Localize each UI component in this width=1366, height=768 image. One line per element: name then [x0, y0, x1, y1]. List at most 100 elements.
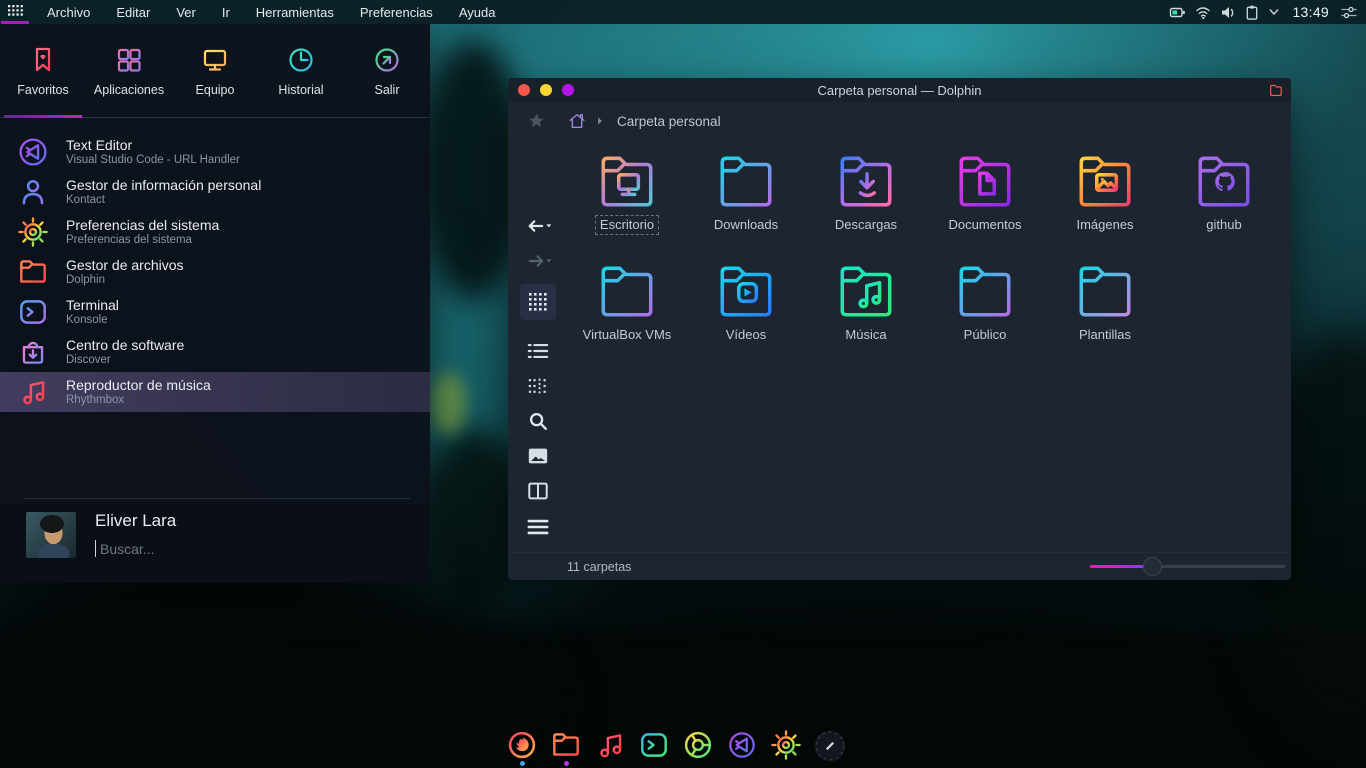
folder-app-icon	[1268, 83, 1283, 97]
search-input[interactable]	[98, 538, 388, 560]
dolphin-window: Carpeta personal — Dolphin Carpeta perso…	[508, 78, 1291, 580]
dock-vscode[interactable]	[725, 726, 759, 766]
split-view-button[interactable]	[520, 475, 556, 507]
folder-escritorio[interactable]: Escritorio	[571, 148, 683, 234]
dock	[505, 726, 847, 768]
gear-icon	[769, 728, 803, 762]
breadcrumb-caret-icon	[595, 116, 605, 126]
dock-chrome[interactable]	[681, 726, 715, 766]
maximize-button[interactable]	[562, 84, 574, 96]
gear-icon	[16, 215, 50, 249]
folder-virtualbox-vms[interactable]: VirtualBox VMs	[571, 258, 683, 344]
menu-archivo[interactable]: Archivo	[34, 1, 103, 24]
minimize-button[interactable]	[540, 84, 552, 96]
folder-icon	[549, 728, 583, 762]
vscode-icon	[15, 134, 51, 170]
active-app-indicator	[520, 761, 525, 766]
search-button[interactable]	[520, 405, 556, 437]
search-field-wrap	[95, 538, 395, 560]
home-icon[interactable]	[567, 111, 587, 131]
clipboard-icon[interactable]	[1244, 4, 1260, 21]
chevron-down-icon[interactable]	[1267, 5, 1281, 19]
logout-icon	[371, 44, 403, 76]
launcher-item-kontact[interactable]: Gestor de información personal Kontact	[0, 172, 430, 212]
preview-button[interactable]	[520, 440, 556, 472]
system-tray: 13:49	[1169, 4, 1366, 21]
launcher-item-text-editor[interactable]: Text Editor Visual Studio Code - URL Han…	[0, 132, 430, 172]
location-bar: Carpeta personal	[508, 102, 1291, 140]
compact-view-button[interactable]	[520, 370, 556, 402]
close-button[interactable]	[518, 84, 530, 96]
app-launcher-button[interactable]	[0, 0, 30, 24]
wifi-icon[interactable]	[1194, 4, 1212, 21]
breadcrumb-location[interactable]: Carpeta personal	[617, 114, 721, 129]
dock-latte-settings[interactable]	[813, 726, 847, 766]
tab-favoritos[interactable]: Favoritos	[0, 24, 86, 117]
active-app-indicator	[564, 761, 569, 766]
tab-salir[interactable]: Salir	[344, 24, 430, 117]
launcher-item-dolphin[interactable]: Gestor de archivos Dolphin	[0, 252, 430, 292]
firefox-icon	[505, 728, 539, 762]
bookmark-star-icon[interactable]	[526, 111, 547, 132]
folder-descargas[interactable]: Descargas	[810, 148, 922, 234]
launcher-item-konsole[interactable]: Terminal Konsole	[0, 292, 430, 332]
folder-downloads[interactable]: Downloads	[690, 148, 802, 234]
tab-equipo[interactable]: Equipo	[172, 24, 258, 117]
dock-settings[interactable]	[769, 726, 803, 766]
forward-button[interactable]	[520, 245, 556, 277]
avatar[interactable]	[26, 512, 76, 558]
application-launcher-panel: Favoritos Aplicaciones Equip	[0, 24, 430, 583]
app-grid-icon	[113, 44, 145, 76]
dock-konsole[interactable]	[637, 726, 671, 766]
menu-editar[interactable]: Editar	[103, 1, 163, 24]
dock-dolphin[interactable]	[549, 726, 583, 766]
music-note-icon	[16, 375, 50, 409]
launcher-item-discover[interactable]: Centro de software Discover	[0, 332, 430, 372]
menu-button[interactable]	[520, 511, 556, 543]
menu-ver[interactable]: Ver	[163, 1, 209, 24]
folder-documentos[interactable]: Documentos	[929, 148, 1041, 234]
tab-aplicaciones[interactable]: Aplicaciones	[86, 24, 172, 117]
folder-videos[interactable]: Vídeos	[690, 258, 802, 344]
launcher-item-rhythmbox[interactable]: Reproductor de música Rhythmbox	[0, 372, 430, 412]
dock-firefox[interactable]	[505, 726, 539, 766]
favorites-list: Text Editor Visual Studio Code - URL Han…	[0, 132, 430, 412]
person-icon	[16, 175, 50, 209]
music-note-icon	[593, 728, 627, 762]
folder-imagenes[interactable]: Imágenes	[1049, 148, 1161, 234]
folder-icon	[16, 255, 50, 289]
user-name: Eliver Lara	[95, 511, 176, 531]
latte-settings-icon	[813, 728, 847, 764]
launcher-item-system-settings[interactable]: Preferencias del sistema Preferencias de…	[0, 212, 430, 252]
folder-github[interactable]: github	[1168, 148, 1280, 234]
desktop: Archivo Editar Ver Ir Herramientas Prefe…	[0, 0, 1366, 768]
volume-icon[interactable]	[1219, 4, 1237, 21]
launcher-active-indicator	[1, 21, 29, 24]
window-titlebar[interactable]: Carpeta personal — Dolphin	[508, 78, 1291, 102]
menu-preferencias[interactable]: Preferencias	[347, 1, 446, 24]
clock-icon	[285, 44, 317, 76]
monitor-icon	[199, 44, 231, 76]
list-view-button[interactable]	[520, 335, 556, 367]
tab-historial[interactable]: Historial	[258, 24, 344, 117]
sliders-icon[interactable]	[1340, 4, 1358, 21]
terminal-icon	[637, 728, 671, 762]
status-text: 11 carpetas	[567, 560, 631, 574]
menu-herramientas[interactable]: Herramientas	[243, 1, 347, 24]
battery-icon[interactable]	[1169, 4, 1187, 21]
bookmark-heart-icon	[27, 44, 59, 76]
menu-ayuda[interactable]: Ayuda	[446, 1, 509, 24]
window-title: Carpeta personal — Dolphin	[508, 83, 1291, 98]
clock[interactable]: 13:49	[1288, 4, 1333, 20]
menu-ir[interactable]: Ir	[209, 1, 243, 24]
foliage-highlight	[430, 372, 466, 434]
folder-publico[interactable]: Público	[929, 258, 1041, 344]
icon-view-button[interactable]	[520, 284, 556, 320]
divider	[24, 498, 410, 499]
dock-rhythmbox[interactable]	[593, 726, 627, 766]
folder-musica[interactable]: Música	[810, 258, 922, 344]
folder-plantillas[interactable]: Plantillas	[1049, 258, 1161, 344]
terminal-icon	[16, 295, 50, 329]
back-button[interactable]	[520, 210, 556, 242]
zoom-slider[interactable]	[1090, 565, 1285, 568]
